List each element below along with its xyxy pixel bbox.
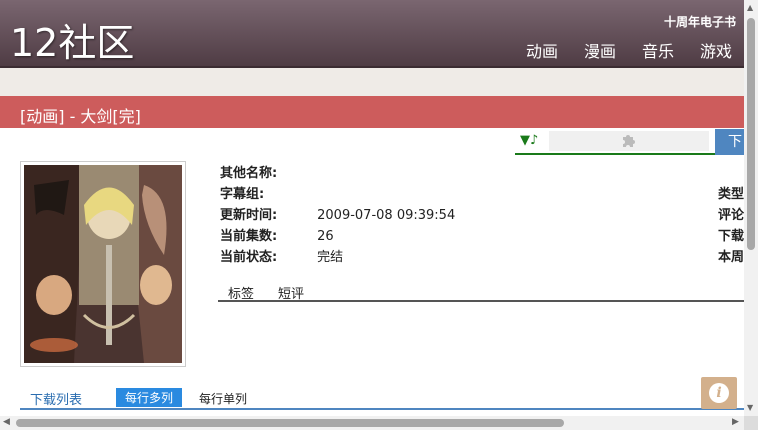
scroll-right-icon[interactable]: ▶ xyxy=(732,417,739,427)
single-column-toggle[interactable]: 每行单列 xyxy=(199,390,247,407)
nav-games[interactable]: 游戏 xyxy=(700,38,732,62)
episode-count-label: 当前集数: xyxy=(220,229,278,244)
status-value: 完结 xyxy=(317,250,344,265)
detail-tabs: 标签 短评 xyxy=(218,280,744,302)
site-logo[interactable]: 12社区 xyxy=(10,12,134,67)
tab-tags[interactable]: 标签 xyxy=(228,283,254,302)
poster-image xyxy=(20,161,186,367)
play-icon[interactable]: ▼♪ xyxy=(520,133,538,148)
vertical-scrollbar[interactable]: ▲ ▼ xyxy=(744,0,758,416)
comments-label[interactable]: 评论 xyxy=(718,205,744,226)
puzzle-icon xyxy=(620,131,638,154)
site-header: 12社区 十周年电子书 动画 漫画 音乐 游戏 xyxy=(0,0,744,68)
episode-count-value: 26 xyxy=(317,229,334,244)
music-player: ▼♪ xyxy=(515,129,715,155)
multi-column-toggle[interactable]: 每行多列 xyxy=(116,388,183,407)
plugin-placeholder xyxy=(549,131,709,151)
update-time-label: 更新时间: xyxy=(220,208,278,223)
detail-row: 当前状态: 完结 xyxy=(220,247,720,268)
right-detail-labels: 类型 评论 下载 本周 xyxy=(718,184,744,268)
scroll-left-icon[interactable]: ◀ xyxy=(3,417,10,427)
sub-bar xyxy=(0,68,744,96)
scroll-down-icon[interactable]: ▼ xyxy=(747,403,753,412)
horizontal-scrollbar[interactable]: ◀ ▶ xyxy=(0,416,744,430)
detail-row: 字幕组: xyxy=(220,184,720,205)
tab-short-reviews[interactable]: 短评 xyxy=(278,283,304,302)
detail-row: 其他名称: xyxy=(220,163,720,184)
detail-row: 更新时间: 2009-07-08 09:39:54 xyxy=(220,205,720,226)
nav-manga[interactable]: 漫画 xyxy=(584,38,616,62)
info-button[interactable]: i xyxy=(701,377,737,409)
status-label: 当前状态: xyxy=(220,250,278,265)
update-time-value: 2009-07-08 09:39:54 xyxy=(317,208,456,223)
main-nav: 动画 漫画 音乐 游戏 xyxy=(526,38,732,62)
nav-anime[interactable]: 动画 xyxy=(526,38,558,62)
vertical-scroll-thumb[interactable] xyxy=(747,18,755,250)
alias-label: 其他名称: xyxy=(220,166,278,181)
title-bar: [动画] - 大剑[完] xyxy=(0,96,744,128)
scroll-up-icon[interactable]: ▲ xyxy=(747,3,753,12)
subtitle-group-label: 字幕组: xyxy=(220,187,265,202)
download-list-title[interactable]: 下载列表 xyxy=(30,389,82,408)
poster-artwork xyxy=(24,165,182,363)
type-label: 类型 xyxy=(718,187,745,202)
anime-details: 其他名称: 字幕组: 更新时间: 2009-07-08 09:39:54 当前集… xyxy=(220,163,720,268)
scrollbar-corner xyxy=(744,416,758,430)
detail-row: 当前集数: 26 xyxy=(220,226,720,247)
info-icon: i xyxy=(709,383,729,403)
anniversary-ebook-link[interactable]: 十周年电子书 xyxy=(664,13,736,30)
nav-music[interactable]: 音乐 xyxy=(642,38,674,62)
download-list-bar: 下载列表 每行多列 每行单列 xyxy=(20,388,744,410)
page-title: [动画] - 大剑[完] xyxy=(20,107,141,126)
horizontal-scroll-thumb[interactable] xyxy=(16,419,564,427)
downloads-label: 下载 xyxy=(718,229,745,244)
weekly-label: 本周 xyxy=(718,250,745,265)
